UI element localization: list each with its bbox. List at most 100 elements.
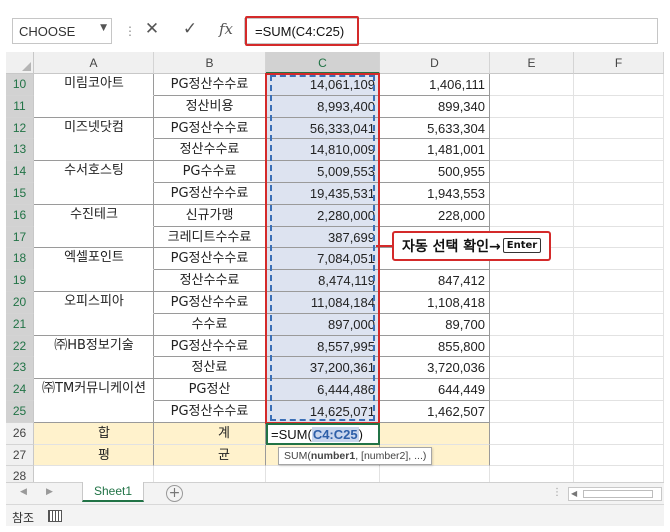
column-header-c[interactable]: C [266,52,380,74]
grid-cell[interactable] [34,270,154,292]
cell-c21[interactable]: 897,000 [266,313,380,336]
grid-cell[interactable] [574,226,664,249]
column-header-a[interactable]: A [34,52,154,74]
tab-split-handle-icon[interactable]: ⋮ [552,487,562,498]
grid-cell[interactable] [490,270,574,292]
row-header[interactable]: 15 [6,183,34,205]
grid-cell[interactable] [490,139,574,162]
worksheet-grid[interactable]: A B C D E F 10 PG정산수수료 14,061,109 1,406,111 미림코아트 1… [6,52,664,482]
row-header[interactable]: 10 [6,74,34,96]
row-header[interactable]: 26 [6,422,34,445]
tab-scroll-left-icon[interactable]: ◀ [20,487,27,497]
column-header-b[interactable]: B [154,52,266,74]
cell-d16[interactable]: 228,000 [380,204,490,227]
grid-cell[interactable] [490,422,574,445]
grid-cell[interactable] [490,161,574,183]
cell-b10[interactable]: PG정산수수료 [154,74,266,96]
grid-cell[interactable] [574,401,664,423]
cell-b11[interactable]: 정산비용 [154,95,266,118]
row-header[interactable]: 19 [6,270,34,292]
grid-cell[interactable] [490,401,574,423]
grid-cell[interactable] [490,466,574,482]
grid-cell[interactable] [34,183,154,205]
cell-c17[interactable]: 387,699 [266,226,380,249]
horizontal-scrollbar[interactable]: ◀ [568,487,662,501]
cell-d25[interactable]: 1,462,507 [380,401,490,423]
cell-b13[interactable]: 정산수수료 [154,139,266,162]
cell-c19[interactable]: 8,474,119 [266,270,380,292]
tab-scroll-right-icon[interactable]: ▶ [46,487,53,497]
grid-cell[interactable] [574,204,664,227]
row-header[interactable]: 18 [6,248,34,271]
cell-c12[interactable]: 56,333,041 [266,117,380,140]
cell-b20[interactable]: PG정산수수료 [154,292,266,314]
grid-cell[interactable] [574,95,664,118]
row-header[interactable]: 14 [6,161,34,183]
row-header[interactable]: 27 [6,444,34,467]
grid-cell[interactable] [34,401,154,423]
cell-c13[interactable]: 14,810,009 [266,139,380,162]
grid-cell[interactable] [154,466,266,482]
grid-cell[interactable] [34,139,154,162]
row-header[interactable]: 11 [6,95,34,118]
cell-b24[interactable]: PG정산 [154,379,266,401]
macro-record-icon[interactable] [48,510,62,522]
grid-cell[interactable] [574,379,664,401]
cell-c14[interactable]: 5,009,553 [266,161,380,183]
cell-d21[interactable]: 89,700 [380,313,490,336]
grid-cell[interactable] [34,313,154,336]
insert-function-icon[interactable]: fx [214,20,238,38]
cell-c10[interactable]: 14,061,109 [266,74,380,96]
grid-cell[interactable] [490,292,574,314]
cell-d20[interactable]: 1,108,418 [380,292,490,314]
cell-d11[interactable]: 899,340 [380,95,490,118]
active-cell-c26[interactable]: =SUM(C4:C25) [266,422,380,445]
grid-cell[interactable] [34,226,154,249]
cell-b22[interactable]: PG정산수수료 [154,335,266,358]
cell-c15[interactable]: 19,435,531 [266,183,380,205]
tab-sheet1[interactable]: Sheet1 [82,482,144,502]
cell-d14[interactable]: 500,955 [380,161,490,183]
row-header[interactable]: 16 [6,204,34,227]
cell-d12[interactable]: 5,633,304 [380,117,490,140]
row-header[interactable]: 25 [6,401,34,423]
grid-cell[interactable] [574,270,664,292]
grid-cell[interactable] [490,335,574,358]
cell-b15[interactable]: PG정산수수료 [154,183,266,205]
grid-cell[interactable] [490,444,574,467]
grid-cell[interactable] [490,313,574,336]
cell-d13[interactable]: 1,481,001 [380,139,490,162]
name-box-dropdown-icon[interactable]: ▼ [100,23,107,33]
row-header[interactable]: 21 [6,313,34,336]
grid-cell[interactable] [380,422,490,445]
grid-cell[interactable] [266,466,380,482]
scroll-left-arrow-icon[interactable]: ◀ [571,489,577,498]
grid-cell[interactable] [490,357,574,380]
cancel-icon[interactable]: ✕ [140,19,164,39]
select-all-corner[interactable] [6,52,34,74]
grid-cell[interactable] [574,74,664,96]
cell-d23[interactable]: 3,720,036 [380,357,490,380]
grid-cell[interactable] [574,422,664,445]
cell-b16[interactable]: 신규가맹 [154,204,266,227]
grid-cell[interactable] [490,183,574,205]
cell-b17[interactable]: 크레디트수수료 [154,226,266,249]
cell-b25[interactable]: PG정산수수료 [154,401,266,423]
grid-cell[interactable] [574,139,664,162]
cell-c18[interactable]: 7,084,051 [266,248,380,271]
formula-input[interactable]: =SUM(C4:C25) [244,16,658,46]
grid-cell[interactable] [34,95,154,118]
row-header[interactable]: 20 [6,292,34,314]
grid-cell[interactable] [574,248,664,271]
row-header[interactable]: 13 [6,139,34,162]
grid-cell[interactable] [574,161,664,183]
cell-b23[interactable]: 정산료 [154,357,266,380]
grid-cell[interactable] [574,313,664,336]
row-header[interactable]: 12 [6,117,34,140]
cell-d24[interactable]: 644,449 [380,379,490,401]
cell-c16[interactable]: 2,280,000 [266,204,380,227]
cell-c20[interactable]: 11,084,184 [266,292,380,314]
grid-cell[interactable] [574,292,664,314]
grid-cell[interactable] [574,357,664,380]
grid-cell[interactable] [490,74,574,96]
